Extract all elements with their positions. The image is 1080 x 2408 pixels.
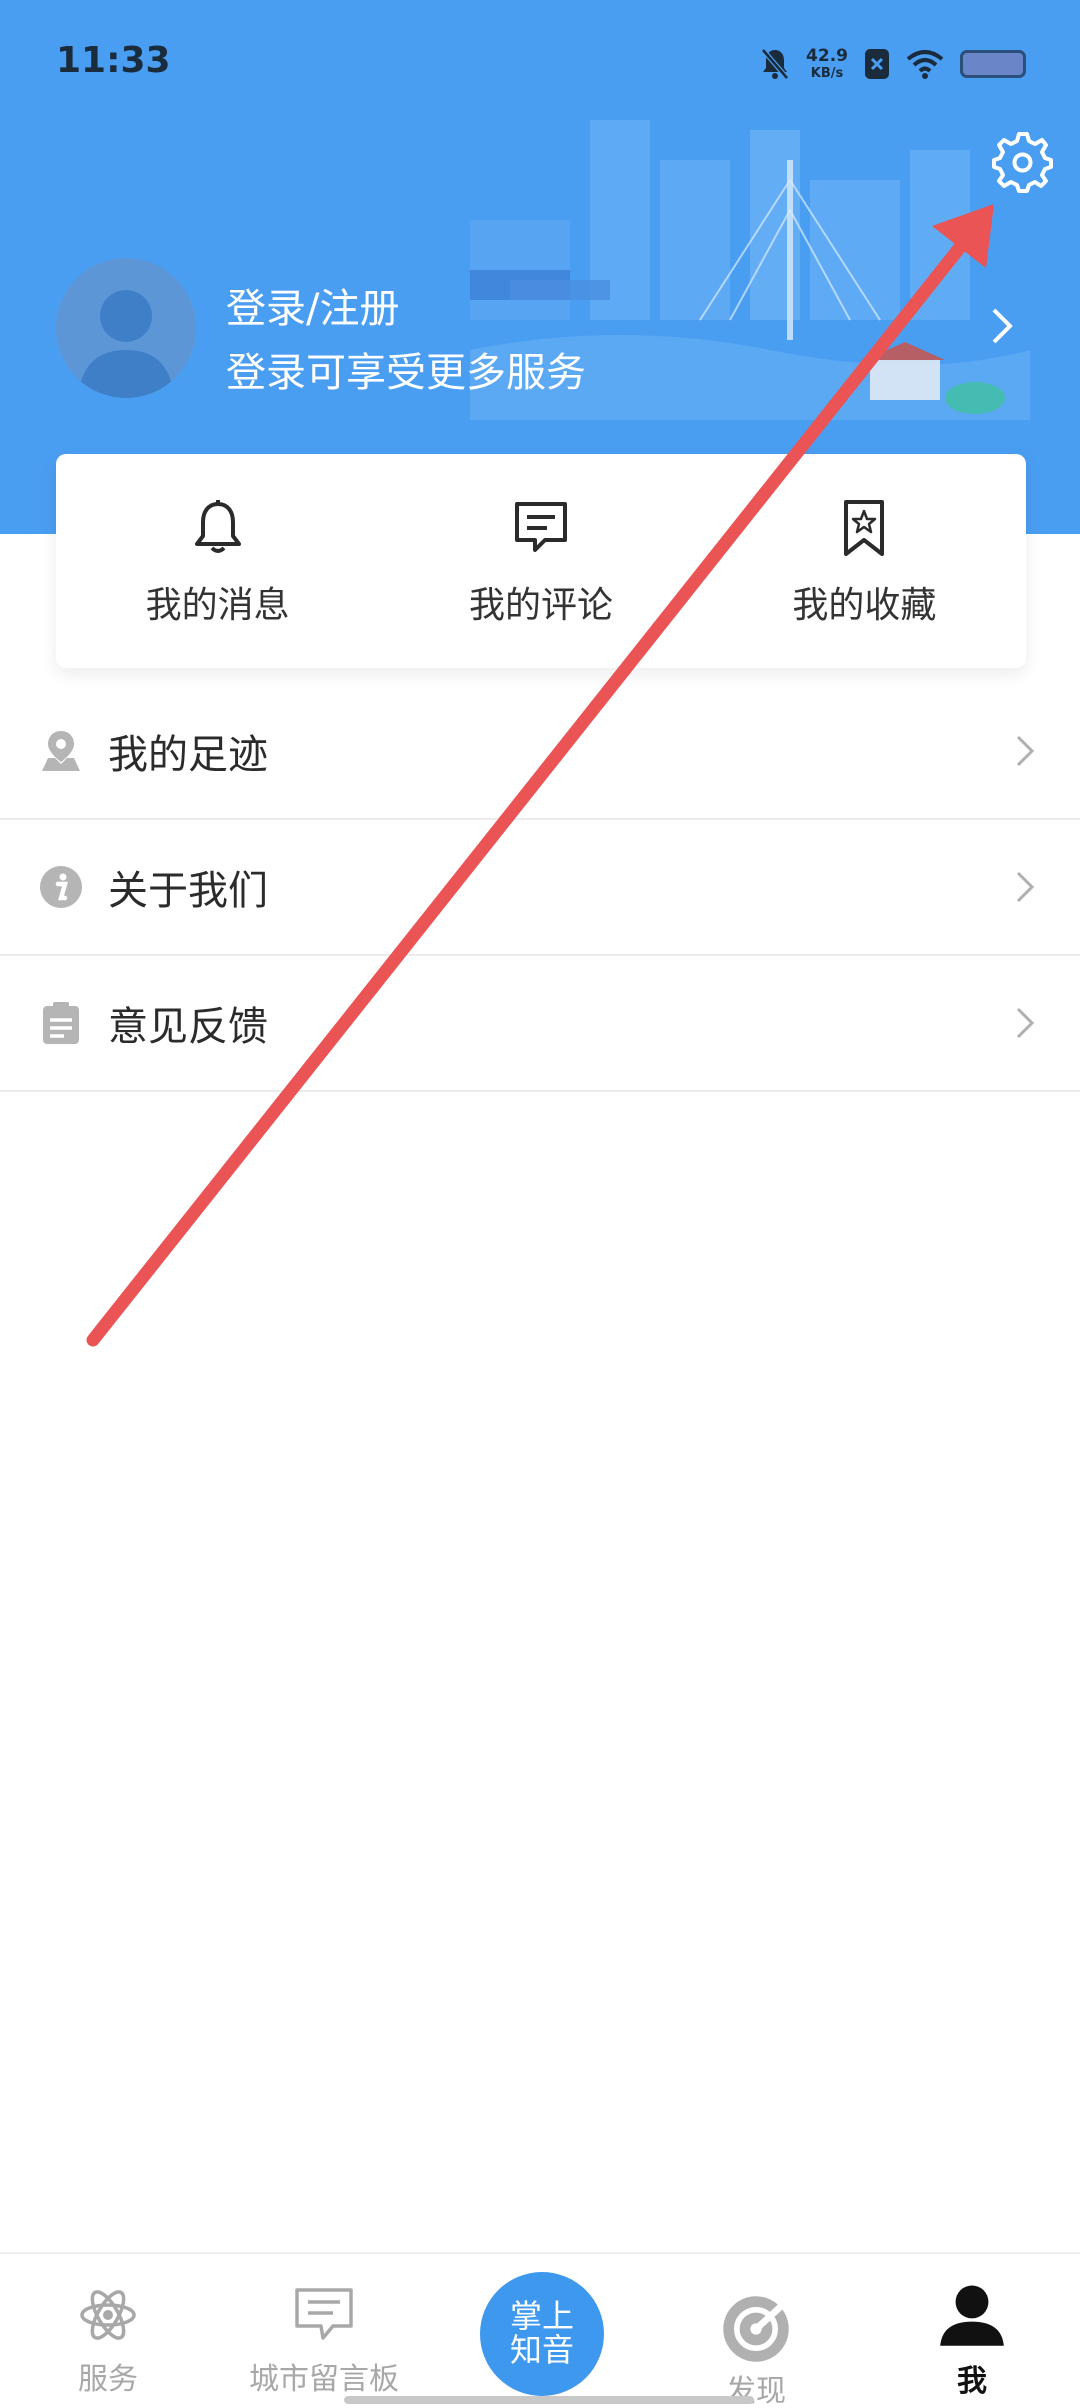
compass-icon bbox=[723, 2296, 789, 2362]
avatar-person-icon bbox=[78, 290, 174, 398]
menu-item-about-us[interactable]: 关于我们 bbox=[0, 820, 1080, 956]
nav-label: 服务 bbox=[78, 2362, 138, 2397]
avatar[interactable] bbox=[56, 258, 196, 398]
network-speed: 42.9 KB/s bbox=[806, 46, 848, 81]
home-indicator bbox=[344, 2396, 754, 2404]
login-register-link[interactable]: 登录/注册 bbox=[226, 276, 399, 334]
atom-icon bbox=[80, 2290, 136, 2340]
bell-icon bbox=[194, 500, 241, 553]
chevron-right-icon bbox=[1016, 871, 1035, 903]
menu-label: 意见反馈 bbox=[108, 1004, 268, 1050]
status-icons: 42.9 KB/s bbox=[760, 40, 1026, 88]
message-board-icon bbox=[295, 2288, 353, 2340]
settings-menu-list: 我的足迹 关于我们 意见反馈 bbox=[0, 684, 1080, 1092]
my-comments-button[interactable]: 我的评论 bbox=[379, 454, 702, 668]
nav-discover[interactable]: 发现 bbox=[648, 2254, 864, 2408]
quick-label: 我的评论 bbox=[468, 585, 613, 626]
wifi-icon bbox=[906, 50, 944, 79]
login-subtitle: 登录可享受更多服务 bbox=[226, 350, 586, 396]
person-icon bbox=[940, 2285, 1004, 2346]
speed-unit: KB/s bbox=[810, 66, 844, 81]
nav-label: 城市留言板 bbox=[249, 2362, 399, 2397]
nav-label: 我 bbox=[957, 2364, 987, 2399]
quick-label: 我的收藏 bbox=[792, 585, 937, 626]
center-button-line2: 知音 bbox=[509, 2331, 574, 2369]
menu-label: 关于我们 bbox=[108, 868, 268, 914]
bell-muted-icon bbox=[761, 48, 789, 80]
bookmark-icon bbox=[844, 500, 885, 556]
chevron-right-icon bbox=[1016, 1007, 1035, 1039]
location-icon bbox=[42, 731, 80, 771]
menu-item-feedback[interactable]: 意见反馈 bbox=[0, 956, 1080, 1092]
chevron-right-icon[interactable] bbox=[982, 306, 1022, 346]
comment-icon bbox=[514, 502, 567, 552]
menu-item-footprints[interactable]: 我的足迹 bbox=[0, 684, 1080, 820]
center-app-button[interactable]: 掌上 知音 bbox=[480, 2272, 604, 2396]
my-messages-button[interactable]: 我的消息 bbox=[56, 454, 379, 668]
speed-value: 42.9 bbox=[806, 46, 848, 66]
nav-me[interactable]: 我 bbox=[864, 2254, 1080, 2408]
sim-icon bbox=[865, 49, 889, 79]
nav-services[interactable]: 服务 bbox=[0, 2254, 216, 2408]
nav-city-message-board[interactable]: 城市留言板 bbox=[216, 2254, 432, 2408]
clipboard-icon bbox=[43, 1002, 79, 1044]
settings-gear-icon[interactable] bbox=[988, 128, 1054, 194]
quick-label: 我的消息 bbox=[145, 585, 290, 626]
status-bar: 11:33 42.9 KB/s bbox=[0, 0, 1080, 120]
my-favorites-button[interactable]: 我的收藏 bbox=[703, 454, 1026, 668]
info-icon bbox=[40, 866, 82, 908]
chevron-right-icon bbox=[1016, 735, 1035, 767]
status-time: 11:33 bbox=[56, 40, 171, 81]
menu-label: 我的足迹 bbox=[108, 732, 268, 778]
center-button-line1: 掌上 bbox=[509, 2297, 574, 2336]
quick-actions-card: 我的消息 我的评论 我的收藏 bbox=[56, 454, 1026, 668]
battery-icon bbox=[960, 50, 1026, 78]
